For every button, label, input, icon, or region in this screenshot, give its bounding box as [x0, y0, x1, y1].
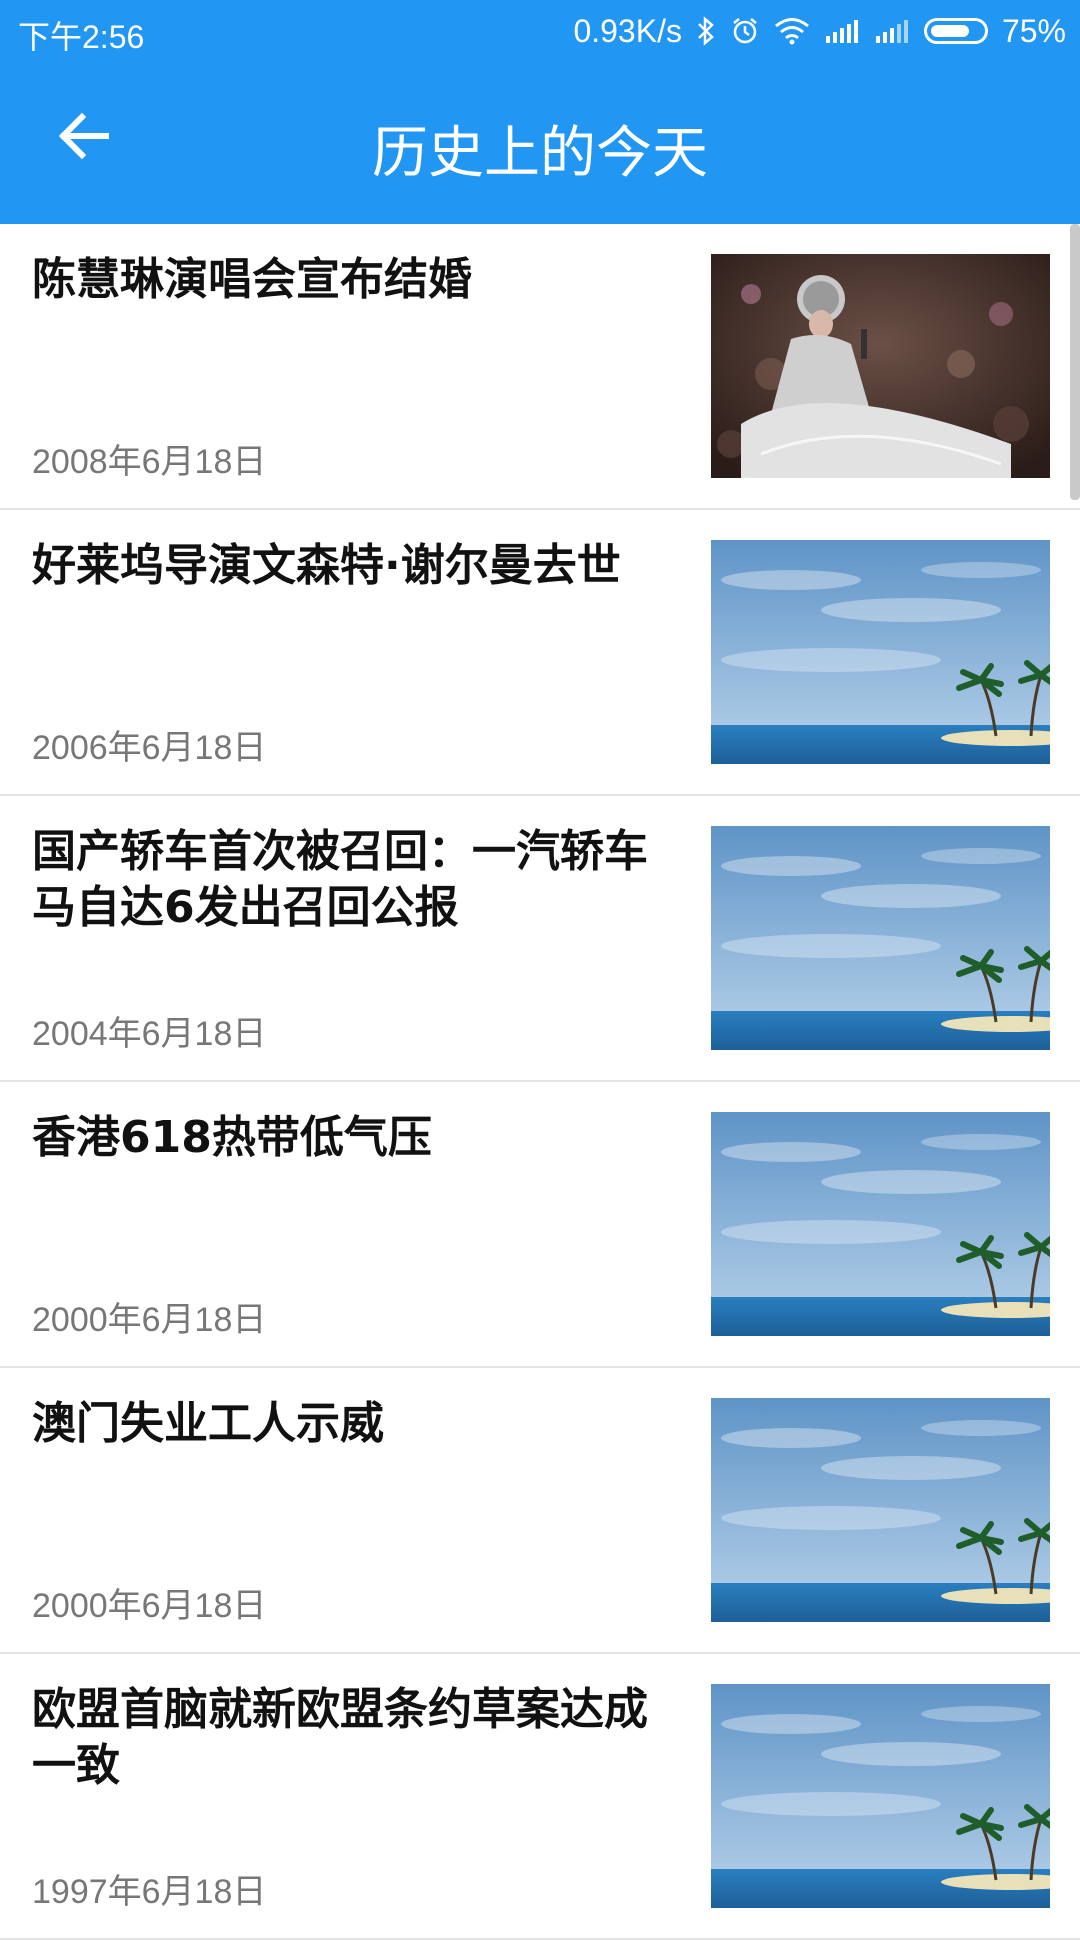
item-date: 1997年6月18日 [32, 1873, 267, 1911]
network-speed: 0.93K/s [573, 12, 682, 49]
item-title: 欧盟首脑就新欧盟条约草案达成一致 [32, 1684, 648, 1791]
page-title: 历史上的今天 [372, 121, 708, 186]
item-title: 好莱坞导演文森特·谢尔曼去世 [32, 540, 621, 591]
list-item[interactable]: 欧盟首脑就新欧盟条约草案达成一致 1997年6月18日 [0, 1654, 1080, 1940]
scrollbar[interactable] [1070, 224, 1080, 500]
wifi-icon [774, 17, 810, 45]
battery-percent: 75% [1001, 12, 1066, 49]
beach-placeholder-image [711, 540, 1050, 764]
item-date: 2000年6月18日 [32, 1301, 267, 1339]
item-title: 陈慧琳演唱会宣布结婚 [32, 254, 472, 305]
list-item[interactable]: 陈慧琳演唱会宣布结婚 2008年6月18日 [0, 224, 1080, 510]
concert-photo [711, 254, 1050, 478]
signal-icon [874, 18, 910, 44]
list-item[interactable]: 好莱坞导演文森特·谢尔曼去世 2006年6月18日 [0, 510, 1080, 796]
beach-placeholder-image [711, 826, 1050, 1050]
beach-placeholder-image [711, 1684, 1050, 1908]
beach-placeholder-image [711, 1398, 1050, 1622]
status-icons: 0.93K/s 75% [573, 12, 1066, 50]
item-date: 2008年6月18日 [32, 443, 267, 481]
item-date: 2006年6月18日 [32, 729, 267, 767]
item-date: 2000年6月18日 [32, 1587, 267, 1625]
battery-icon [923, 18, 988, 44]
list-item[interactable]: 国产轿车首次被召回：一汽轿车马自达6发出召回公报 2004年6月18日 [0, 796, 1080, 1082]
item-title: 澳门失业工人示威 [32, 1398, 384, 1449]
list-item[interactable]: 澳门失业工人示威 2000年6月18日 [0, 1368, 1080, 1654]
history-list: 陈慧琳演唱会宣布结婚 2008年6月18日 好莱坞导演文森特·谢尔曼去世 200… [0, 224, 1080, 1940]
list-item[interactable]: 香港618热带低气压 2000年6月18日 [0, 1082, 1080, 1368]
item-date: 2004年6月18日 [32, 1015, 267, 1053]
status-bar: 下午2:56 0.93K/s 75% [0, 0, 1080, 62]
toolbar: 历史上的今天 [0, 62, 1080, 224]
bluetooth-icon [696, 16, 716, 46]
item-title: 香港618热带低气压 [32, 1112, 432, 1163]
status-time: 下午2:56 [18, 19, 145, 55]
beach-placeholder-image [711, 1112, 1050, 1336]
alarm-icon [730, 16, 760, 46]
signal-icon [824, 18, 860, 44]
item-title: 国产轿车首次被召回：一汽轿车马自达6发出召回公报 [32, 826, 648, 933]
